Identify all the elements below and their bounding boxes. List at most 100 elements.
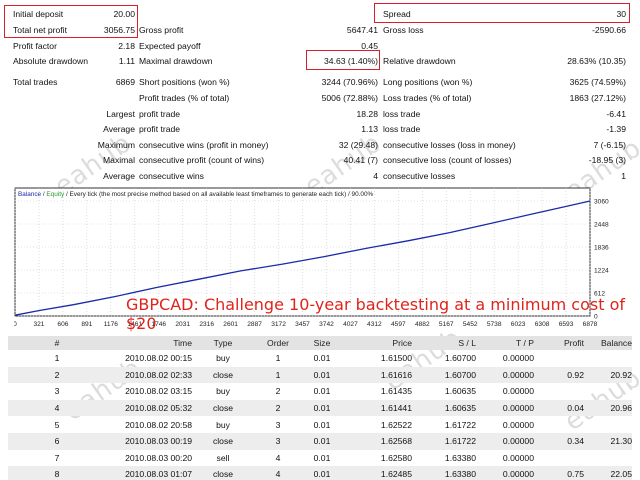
stat-label: loss trade bbox=[383, 109, 421, 119]
table-cell: 1.63380 bbox=[412, 466, 476, 480]
table-cell: 0.01 bbox=[313, 386, 331, 397]
column-header[interactable]: # bbox=[8, 336, 106, 350]
table-cell: 0.00000 bbox=[502, 353, 534, 364]
table-cell: 2010.08.02 00:15 bbox=[125, 353, 192, 364]
stat-value: -18.95 (3) bbox=[588, 155, 626, 165]
table-cell: 1.61441 bbox=[342, 399, 412, 417]
table-cell: 3 bbox=[275, 419, 281, 430]
table-cell: 0.00000 bbox=[476, 366, 534, 384]
table-cell: 3 bbox=[54, 386, 60, 397]
table-cell: 0.00000 bbox=[476, 466, 534, 480]
table-cell bbox=[584, 450, 632, 467]
stat-value: 28.63% (10.35) bbox=[567, 56, 626, 66]
table-cell: 0.01 bbox=[302, 466, 342, 480]
table-cell bbox=[534, 383, 584, 400]
table-cell: 22.05 bbox=[584, 466, 632, 480]
table-cell: 0.75 bbox=[534, 466, 584, 480]
stat-prefix: Maximal bbox=[103, 155, 135, 165]
table-cell: 1.61722 bbox=[444, 419, 476, 430]
stat-label: consecutive losses (loss in money) bbox=[383, 140, 516, 150]
stat-value: 20.00 bbox=[113, 9, 135, 19]
table-cell bbox=[534, 450, 584, 467]
stat-label: consecutive loss (count of losses) bbox=[383, 155, 512, 165]
stat-label: consecutive wins (profit in money) bbox=[139, 140, 269, 150]
table-cell: 1.62580 bbox=[380, 452, 412, 463]
table-cell: 20.96 bbox=[584, 399, 632, 417]
table-cell: 0.00000 bbox=[502, 419, 534, 430]
table-cell: 8 bbox=[8, 466, 106, 480]
table-cell: 21.30 bbox=[584, 432, 632, 450]
stat-label: Expected payoff bbox=[139, 41, 201, 51]
table-cell: 1 bbox=[254, 366, 302, 384]
column-header[interactable]: T / P bbox=[476, 336, 534, 350]
stat-value: -2590.66 bbox=[592, 25, 626, 35]
column-header[interactable]: Balance bbox=[584, 336, 632, 350]
table-cell: 0.01 bbox=[313, 353, 331, 364]
table-row[interactable]: 6 2010.08.03 00:19 close 3 0.01 1.62568 1.6172… bbox=[8, 432, 632, 450]
stat-label: Gross profit bbox=[139, 25, 184, 35]
stat-label: Spread bbox=[383, 9, 411, 19]
stat-value: 5647.41 bbox=[346, 25, 378, 35]
stat-label: consecutive wins bbox=[139, 171, 204, 181]
stat-value: 1863 (27.12%) bbox=[569, 93, 626, 103]
stat-label: Maximal drawdown bbox=[139, 56, 213, 66]
table-cell: 2010.08.03 01:07 bbox=[106, 466, 192, 480]
column-header[interactable]: Time bbox=[106, 336, 192, 350]
stat-label: profit trade bbox=[139, 124, 181, 134]
x-tick-label: 891 bbox=[81, 321, 92, 328]
stat-label: Short positions (won %) bbox=[139, 77, 230, 87]
table-cell: 0.00000 bbox=[502, 452, 534, 463]
table-row[interactable]: 1 2010.08.02 00:15 buy 1 0.01 1.61500 1.60700 0… bbox=[8, 350, 632, 367]
table-cell: close bbox=[192, 466, 254, 480]
column-header[interactable]: Price bbox=[342, 336, 412, 350]
stat-value: 1 bbox=[621, 171, 626, 181]
y-tick-label: 1836 bbox=[594, 245, 609, 252]
y-tick-label: 1224 bbox=[594, 268, 609, 275]
column-header[interactable]: Size bbox=[302, 336, 342, 350]
table-row[interactable]: 3 2010.08.02 03:15 buy 2 0.01 1.61435 1.60635 0… bbox=[8, 383, 632, 400]
table-cell: 2010.08.03 00:20 bbox=[125, 452, 192, 463]
table-cell: 0.01 bbox=[313, 452, 331, 463]
table-row[interactable]: 5 2010.08.02 20:58 buy 3 0.01 1.62522 1.61722 0… bbox=[8, 416, 632, 433]
stat-value: 3056.75 bbox=[103, 25, 135, 35]
stat-label: Gross loss bbox=[383, 25, 424, 35]
table-row[interactable]: 4 2010.08.02 05:32 close 2 0.01 1.61441 1.6063… bbox=[8, 399, 632, 417]
overlay-caption: GBPCAD: Challenge 10-year backtesting at… bbox=[126, 295, 625, 333]
column-header[interactable]: S / L bbox=[412, 336, 476, 350]
y-tick-label: 2448 bbox=[594, 222, 609, 229]
stat-prefix: Maximum bbox=[97, 140, 135, 150]
trades-table: # Time Type Order Size Price S / LT / P Profit B… bbox=[8, 336, 632, 480]
stat-value: 0.45 bbox=[361, 41, 378, 51]
stat-label: consecutive profit (count of wins) bbox=[139, 155, 265, 165]
table-cell: 0.01 bbox=[302, 432, 342, 450]
stat-label: Total trades bbox=[13, 77, 58, 87]
table-row[interactable]: 8 2010.08.03 01:07 close 4 0.01 1.62485 1.6338… bbox=[8, 466, 632, 480]
table-cell: 4 bbox=[8, 399, 106, 417]
table-cell: 0.92 bbox=[534, 366, 584, 384]
table-row[interactable]: 7 2010.08.03 00:20 sell 4 0.01 1.62580 1.63380… bbox=[8, 450, 632, 467]
stat-label: loss trade bbox=[383, 124, 421, 134]
stat-value: 34.63 (1.40%) bbox=[324, 56, 378, 66]
table-cell: 1.61722 bbox=[412, 432, 476, 450]
stat-prefix: Largest bbox=[106, 109, 135, 119]
table-cell: 2010.08.03 00:19 bbox=[106, 432, 192, 450]
table-cell: 2 bbox=[275, 386, 281, 397]
stat-prefix: Average bbox=[103, 124, 135, 134]
table-row[interactable]: 2 2010.08.02 02:33 close 1 0.01 1.61616 1.6070… bbox=[8, 366, 632, 384]
table-cell: 0.34 bbox=[534, 432, 584, 450]
table-cell: 4 bbox=[275, 452, 281, 463]
table-cell: 1.63380 bbox=[444, 452, 476, 463]
table-cell: 20.92 bbox=[584, 366, 632, 384]
column-header[interactable]: Type bbox=[192, 336, 254, 350]
table-cell: 6 bbox=[8, 432, 106, 450]
table-cell: 0.04 bbox=[534, 399, 584, 417]
stat-label: Total net profit bbox=[13, 25, 67, 35]
highlight-spread bbox=[374, 3, 630, 23]
table-cell: 1.60635 bbox=[444, 386, 476, 397]
column-header[interactable]: Order bbox=[254, 336, 302, 350]
stat-label: Profit trades (% of total) bbox=[139, 93, 230, 103]
table-cell: 2010.08.02 20:58 bbox=[125, 419, 192, 430]
stat-label: Profit factor bbox=[13, 41, 57, 51]
column-header[interactable]: Profit bbox=[534, 336, 584, 350]
table-cell: 0.01 bbox=[302, 399, 342, 417]
